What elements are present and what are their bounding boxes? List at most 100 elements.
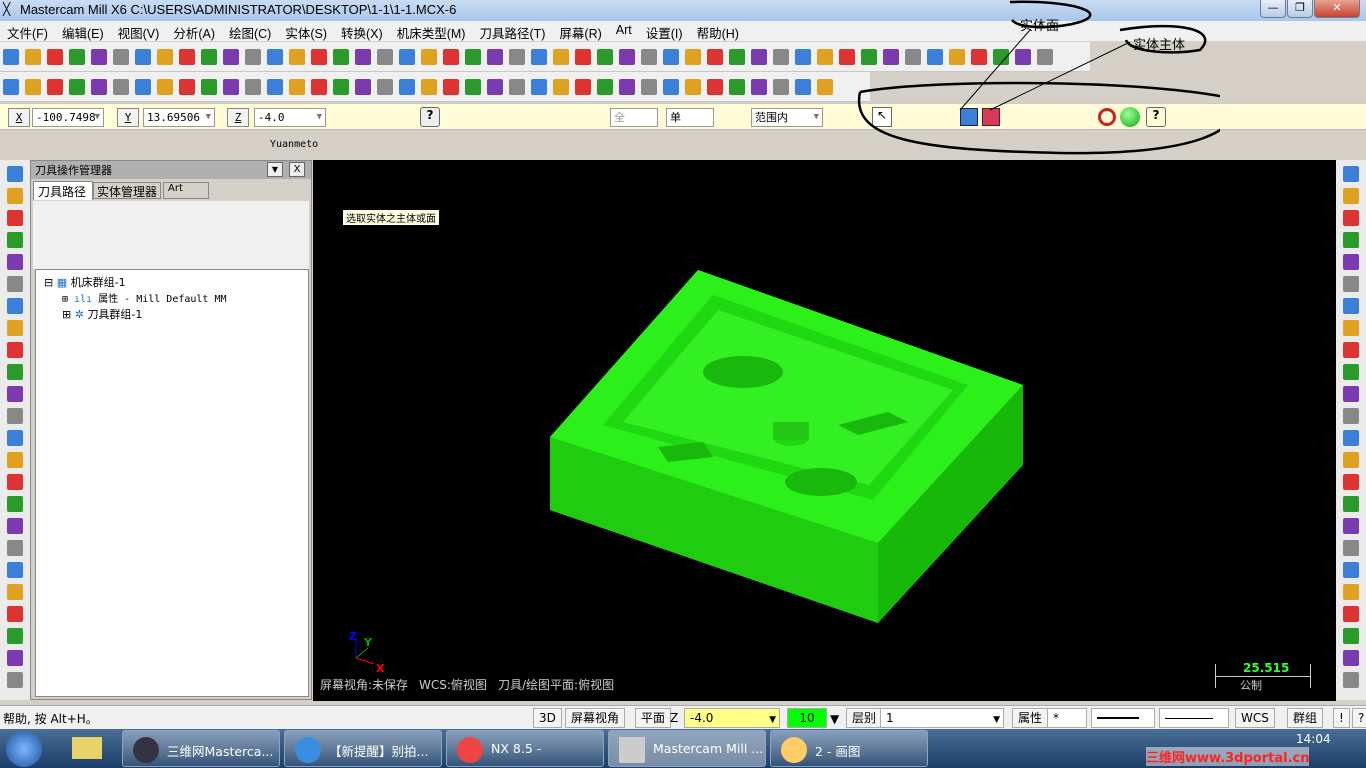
toolbar-tool-icon[interactable] — [509, 79, 525, 95]
menu-create[interactable]: 绘图(C) — [222, 21, 278, 41]
menu-file[interactable]: 文件(F) — [0, 21, 55, 41]
toolbar-tool-icon[interactable] — [795, 79, 811, 95]
toolbar-tool-icon[interactable] — [47, 49, 63, 65]
exclamation-button[interactable]: ! — [1333, 708, 1350, 728]
toolbar-tool-icon[interactable] — [157, 79, 173, 95]
toolbar-tool-icon[interactable] — [1343, 254, 1359, 270]
toolbar-tool-icon[interactable] — [773, 49, 789, 65]
toolbar-tool-icon[interactable] — [69, 79, 85, 95]
toolbar-tool-icon[interactable] — [531, 49, 547, 65]
toolbar-tool-icon[interactable] — [553, 49, 569, 65]
toolbar-tool-icon[interactable] — [1343, 210, 1359, 226]
select-all-button[interactable]: 全部... — [610, 108, 658, 127]
toolbar-tool-icon[interactable] — [1343, 386, 1359, 402]
toolbar-tool-icon[interactable] — [443, 79, 459, 95]
toolbar-tool-icon[interactable] — [69, 49, 85, 65]
toolbar-tool-icon[interactable] — [7, 320, 23, 336]
level-input[interactable]: 1 ▼ — [880, 708, 1004, 728]
toolbar-tool-icon[interactable] — [311, 79, 327, 95]
toolbar-tool-icon[interactable] — [267, 49, 283, 65]
toolbar-tool-icon[interactable] — [91, 49, 107, 65]
toolbar-tool-icon[interactable] — [7, 518, 23, 534]
toolbar-tool-icon[interactable] — [817, 49, 833, 65]
toolbar-tool-icon[interactable] — [707, 49, 723, 65]
toolbar-tool-icon[interactable] — [399, 79, 415, 95]
toolbar-tool-icon[interactable] — [7, 628, 23, 644]
toolbar-tool-icon[interactable] — [377, 49, 393, 65]
selection-mode-dropdown[interactable]: 范围内 ▼ — [751, 108, 823, 127]
toolbar-tool-icon[interactable] — [135, 79, 151, 95]
toolbar-tool-icon[interactable] — [1343, 232, 1359, 248]
3d-toggle[interactable]: 3D — [533, 708, 562, 728]
line-style-dropdown[interactable] — [1091, 708, 1155, 728]
toolbar-tool-icon[interactable] — [7, 188, 23, 204]
toolbar-tool-icon[interactable] — [7, 540, 23, 556]
tab-art[interactable]: Art — [163, 182, 209, 199]
toolbar-tool-icon[interactable] — [1343, 342, 1359, 358]
toolbar-tool-icon[interactable] — [7, 452, 23, 468]
menu-view[interactable]: 视图(V) — [111, 21, 167, 41]
toolbar-tool-icon[interactable] — [3, 79, 19, 95]
toolbar-tool-icon[interactable] — [245, 79, 261, 95]
toolbar-tool-icon[interactable] — [751, 79, 767, 95]
menu-solids[interactable]: 实体(S) — [278, 21, 334, 41]
x-coordinate-input[interactable]: -100.7498 ▼ — [32, 108, 104, 127]
toolbar-tool-icon[interactable] — [751, 49, 767, 65]
taskbar-item[interactable]: NX 8.5 - — [446, 730, 604, 767]
y-label[interactable]: Y — [117, 108, 139, 127]
toolbar-tool-icon[interactable] — [1343, 474, 1359, 490]
toolbar-tool-icon[interactable] — [1343, 540, 1359, 556]
toolbar-tool-icon[interactable] — [619, 79, 635, 95]
question-button[interactable]: ? — [1352, 708, 1366, 728]
toolbar-tool-icon[interactable] — [3, 49, 19, 65]
toolbar-tool-icon[interactable] — [1343, 276, 1359, 292]
menu-machine-type[interactable]: 机床类型(M) — [390, 21, 473, 41]
color-selector[interactable]: 10 — [787, 708, 827, 728]
toolbar-tool-icon[interactable] — [7, 496, 23, 512]
toolbar-tool-icon[interactable] — [7, 386, 23, 402]
toolbar-tool-icon[interactable] — [1343, 584, 1359, 600]
toolbar-tool-icon[interactable] — [7, 254, 23, 270]
toolbar-tool-icon[interactable] — [1343, 298, 1359, 314]
toolbar-tool-icon[interactable] — [1343, 188, 1359, 204]
menu-art[interactable]: Art — [609, 21, 639, 41]
toolbar-tool-icon[interactable] — [1343, 430, 1359, 446]
toolbar-tool-icon[interactable] — [729, 79, 745, 95]
toolbar-tool-icon[interactable] — [685, 79, 701, 95]
groups-button[interactable]: 群组 — [1287, 708, 1324, 728]
toolbar-tool-icon[interactable] — [663, 79, 679, 95]
taskbar-item[interactable]: 三维网Mastercа... — [122, 730, 280, 767]
menu-settings[interactable]: 设置(I) — [639, 21, 690, 41]
toolbar-tool-icon[interactable] — [179, 49, 195, 65]
toolbar-tool-icon[interactable] — [773, 79, 789, 95]
minimize-button[interactable]: — — [1260, 0, 1286, 18]
toolbar-tool-icon[interactable] — [685, 49, 701, 65]
toolbar-tool-icon[interactable] — [7, 650, 23, 666]
toolbar-tool-icon[interactable] — [641, 79, 657, 95]
z-label[interactable]: Z — [227, 108, 249, 127]
plane-button[interactable]: 平面 — [635, 708, 672, 728]
toolbar-tool-icon[interactable] — [553, 79, 569, 95]
toolbar-tool-icon[interactable] — [729, 49, 745, 65]
toolbar-tool-icon[interactable] — [663, 49, 679, 65]
toolbar-tool-icon[interactable] — [1343, 606, 1359, 622]
toolbar-tool-icon[interactable] — [575, 79, 591, 95]
start-button[interactable] — [6, 731, 42, 767]
toolbar-tool-icon[interactable] — [1343, 320, 1359, 336]
toolbar-tool-icon[interactable] — [1343, 672, 1359, 688]
toolbar-tool-icon[interactable] — [7, 606, 23, 622]
tree-node-properties[interactable]: ⊞ ılı 属性 - Mill Default MM — [62, 290, 227, 305]
toolbar-tool-icon[interactable] — [7, 408, 23, 424]
toolbar-tool-icon[interactable] — [333, 79, 349, 95]
wcs-button[interactable]: WCS — [1235, 708, 1275, 728]
toolbar-tool-icon[interactable] — [7, 232, 23, 248]
panel-menu-button[interactable]: ▼ — [267, 162, 283, 177]
toolbar-tool-icon[interactable] — [641, 49, 657, 65]
toolbar-tool-icon[interactable] — [487, 49, 503, 65]
tab-solids-manager[interactable]: 实体管理器 — [93, 182, 161, 199]
x-label[interactable]: X — [8, 108, 30, 127]
toolbar-tool-icon[interactable] — [7, 276, 23, 292]
close-button[interactable]: ✕ — [1314, 0, 1360, 18]
folder-icon[interactable] — [72, 737, 102, 759]
menu-help[interactable]: 帮助(H) — [690, 21, 746, 41]
